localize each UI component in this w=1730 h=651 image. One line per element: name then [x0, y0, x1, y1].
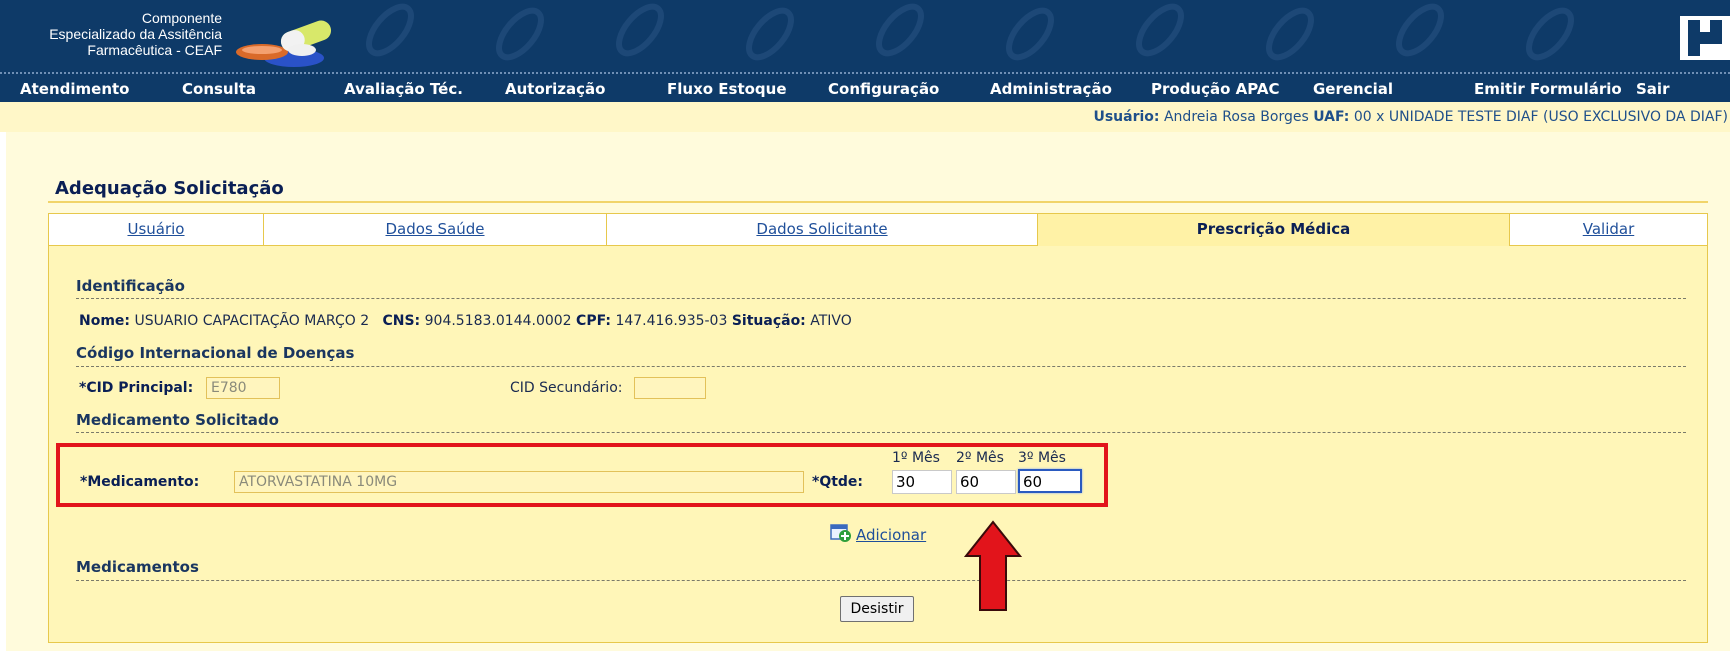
brand-line-3: Farmacêutica - CEAF [87, 42, 222, 58]
section-divider [76, 366, 1686, 367]
brand-line-1: Componente [141, 10, 222, 26]
main-menu: Atendimento Consulta Avaliação Téc. Auto… [0, 72, 1730, 102]
brand-line-2: Especializado da Assitência [49, 26, 222, 42]
cid-secundario-label: CID Secundário: [510, 380, 623, 396]
uaf-label: UAF: [1313, 109, 1350, 125]
tab-dados-saude[interactable]: Dados Saúde [263, 213, 607, 247]
menu-item-sair[interactable]: Sair [1636, 80, 1669, 98]
user-name: Andreia Rosa Borges [1163, 109, 1309, 125]
menu-item-producao-apac[interactable]: Produção APAC [1151, 80, 1280, 98]
menu-item-configuracao[interactable]: Configuração [828, 80, 939, 98]
menu-item-consulta[interactable]: Consulta [182, 80, 256, 98]
app-header: Componente Especializado da Assitência F… [0, 0, 1730, 72]
add-medication-icon[interactable] [830, 523, 852, 543]
ministry-logo-icon [1680, 16, 1730, 60]
tab-usuario[interactable]: Usuário [48, 213, 264, 247]
section-divider [76, 432, 1686, 433]
situacao-value: ATIVO [810, 313, 852, 329]
cpf-label: CPF: [576, 313, 611, 329]
adicionar-link[interactable]: Adicionar [856, 526, 926, 544]
section-identificacao-title: Identificação [76, 277, 185, 295]
menu-item-avaliacao[interactable]: Avaliação Téc. [344, 80, 463, 98]
identificacao-row: Nome: USUARIO CAPACITAÇÃO MARÇO 2 CNS: 9… [79, 313, 852, 329]
cns-label: CNS: [382, 313, 421, 329]
page-title: Adequação Solicitação [55, 178, 284, 199]
title-divider [48, 201, 1708, 203]
menu-item-emitir-formulario[interactable]: Emitir Formulário [1474, 80, 1622, 98]
cpf-value: 147.416.935-03 [615, 313, 728, 329]
uaf-value: 00 x UNIDADE TESTE DIAF (USO EXCLUSIVO D… [1353, 109, 1728, 125]
cid-principal-label: *CID Principal: [79, 380, 194, 396]
menu-item-administracao[interactable]: Administração [990, 80, 1112, 98]
desistir-button[interactable]: Desistir [840, 596, 914, 622]
tab-validar[interactable]: Validar [1509, 213, 1708, 247]
menu-item-autorizacao[interactable]: Autorização [505, 80, 605, 98]
tab-prescricao-medica[interactable]: Prescrição Médica [1037, 213, 1510, 249]
section-medicamentos-title: Medicamentos [76, 558, 199, 576]
section-divider [76, 580, 1686, 581]
user-info-bar: Usuário: Andreia Rosa Borges UAF: 00 x U… [0, 102, 1730, 132]
section-cid-title: Código Internacional de Doenças [76, 344, 355, 362]
situacao-label: Situação: [731, 313, 806, 329]
cid-principal-field[interactable]: E780 [206, 377, 280, 399]
highlight-box [56, 443, 1108, 507]
nome-value: USUARIO CAPACITAÇÃO MARÇO 2 [134, 313, 370, 329]
user-info: Usuário: Andreia Rosa Borges UAF: 00 x U… [1093, 109, 1728, 125]
nome-label: Nome: [79, 313, 131, 329]
app-brand: Componente Especializado da Assitência F… [0, 10, 222, 58]
menu-item-atendimento[interactable]: Atendimento [20, 80, 129, 98]
section-divider [76, 298, 1686, 299]
user-label: Usuário: [1093, 109, 1160, 125]
menu-item-gerencial[interactable]: Gerencial [1313, 80, 1393, 98]
menu-item-fluxo-estoque[interactable]: Fluxo Estoque [667, 80, 787, 98]
section-medicamento-title: Medicamento Solicitado [76, 411, 279, 429]
tab-bar: Usuário Dados Saúde Dados Solicitante Pr… [48, 213, 1708, 249]
red-arrow-icon [964, 520, 1022, 611]
cns-value: 904.5183.0144.0002 [424, 313, 572, 329]
cid-secundario-field[interactable] [634, 377, 706, 399]
tab-dados-solicitante[interactable]: Dados Solicitante [606, 213, 1038, 247]
pills-logo-icon [236, 20, 332, 67]
